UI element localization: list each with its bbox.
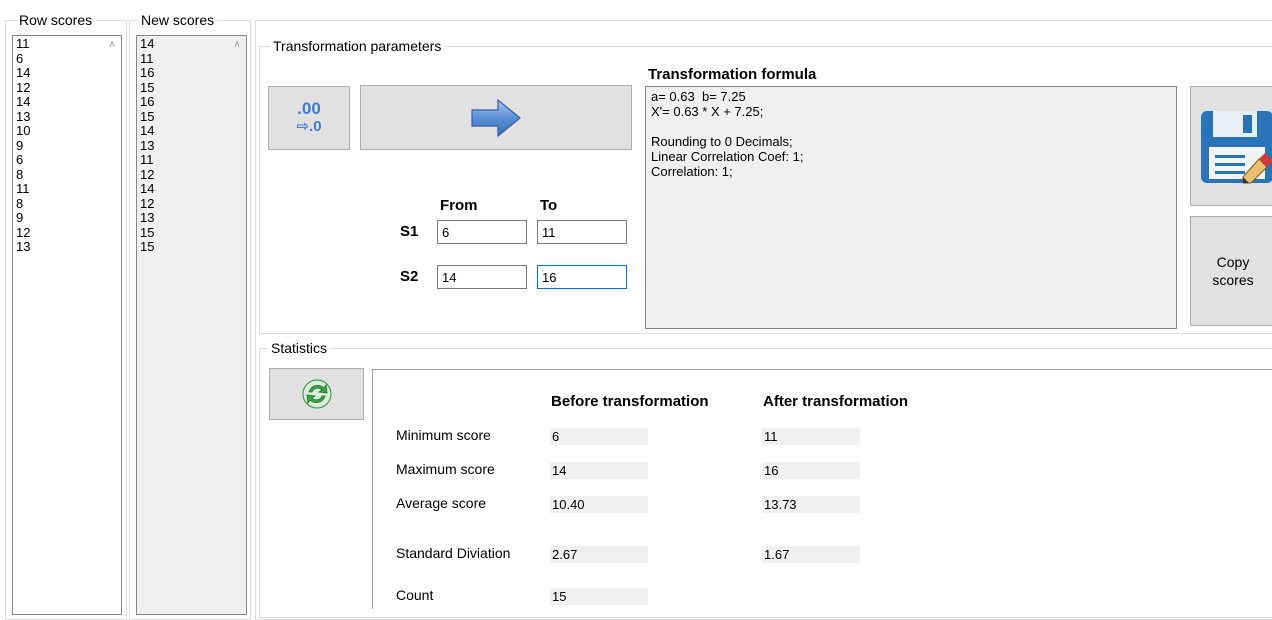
list-item[interactable]: 9 [16,138,121,154]
stat-after-value: 16 [762,462,860,479]
stat-label: Standard Diviation [396,545,511,561]
save-icon [1201,111,1272,184]
new-scores-title: New scores [138,12,218,28]
list-item[interactable]: 15 [140,109,246,125]
to-header: To [540,197,558,214]
statistics-group [259,348,1272,618]
stat-after-value: 11 [762,428,860,445]
before-header: Before transformation [551,393,709,410]
list-item[interactable]: 13 [16,239,121,255]
list-item[interactable]: 8 [16,196,121,212]
list-item[interactable]: 14 [16,65,121,81]
list-item[interactable]: 15 [140,239,246,255]
list-item[interactable]: 12 [140,196,246,212]
stat-before-value: 15 [550,588,648,605]
from-header: From [440,197,478,214]
list-item[interactable]: 11 [16,181,121,197]
save-button[interactable] [1190,86,1272,206]
rounding-icon: .00 [297,99,321,118]
arrow-right-icon [471,98,521,137]
s1-label: S1 [400,223,419,240]
list-item[interactable]: 14 [16,94,121,110]
s1-from-input[interactable] [437,220,527,244]
new-scores-list[interactable]: 14 11 16 15 16 15 14 13 11 12 14 12 13 15 15 ∧ [136,35,247,615]
list-item[interactable]: 11 [140,152,246,168]
stat-label: Average score [396,495,487,511]
s1-to-input[interactable] [537,220,627,244]
stat-after-value: 1.67 [762,546,860,563]
stats-panel-left-border [372,369,373,609]
list-item[interactable]: 13 [140,138,246,154]
stat-label: Maximum score [396,461,495,477]
list-item[interactable]: 13 [140,210,246,226]
after-header: After transformation [763,393,909,410]
list-item[interactable]: 6 [16,51,121,67]
transformation-title: Transformation parameters [270,38,445,54]
list-item[interactable]: 12 [140,167,246,183]
stat-after-value: 13.73 [762,496,860,513]
stat-before-value: 2.67 [550,546,648,563]
list-item[interactable]: 15 [140,80,246,96]
stat-label: Minimum score [396,427,491,443]
formula-title: Transformation formula [648,66,817,83]
stat-before-value: 6 [550,428,648,445]
refresh-icon [302,379,331,409]
copy-scores-button[interactable]: Copy scores [1190,216,1272,326]
list-item[interactable]: 16 [140,65,246,81]
row-scores-list[interactable]: 11 6 14 12 14 13 10 9 6 8 11 8 9 12 13 ∧ [12,35,122,615]
list-item[interactable]: 10 [16,123,121,139]
list-item[interactable]: 11 [140,51,246,67]
stat-label: Count [396,587,434,603]
s2-label: S2 [400,268,419,285]
list-item[interactable]: 13 [16,109,121,125]
scroll-up-icon[interactable]: ∧ [105,38,119,52]
stats-panel-top-border [372,369,1272,370]
list-item[interactable]: 16 [140,94,246,110]
scroll-up-icon[interactable]: ∧ [230,38,244,52]
stat-before-value: 14 [550,462,648,479]
statistics-title: Statistics [268,340,331,356]
list-item[interactable]: 9 [16,210,121,226]
rounding-icon-arrow: ⇨.0 [296,118,322,135]
row-scores-title: Row scores [16,12,96,28]
list-item[interactable]: 12 [16,225,121,241]
list-item[interactable]: 8 [16,167,121,183]
stat-before-value: 10.40 [550,496,648,513]
formula-box: a= 0.63 b= 7.25 X'= 0.63 * X + 7.25; Rou… [645,86,1177,329]
list-item[interactable]: 12 [16,80,121,96]
s2-from-input[interactable] [437,265,527,289]
list-item[interactable]: 6 [16,152,121,168]
list-item[interactable]: 15 [140,225,246,241]
copy-scores-label: Copy scores [1212,254,1254,288]
rounding-button[interactable]: .00 ⇨.0 [268,86,350,150]
list-item[interactable]: 14 [140,181,246,197]
refresh-button[interactable] [269,368,364,420]
s2-to-input[interactable] [537,265,627,289]
transform-button[interactable] [360,85,632,150]
list-item[interactable]: 14 [140,123,246,139]
